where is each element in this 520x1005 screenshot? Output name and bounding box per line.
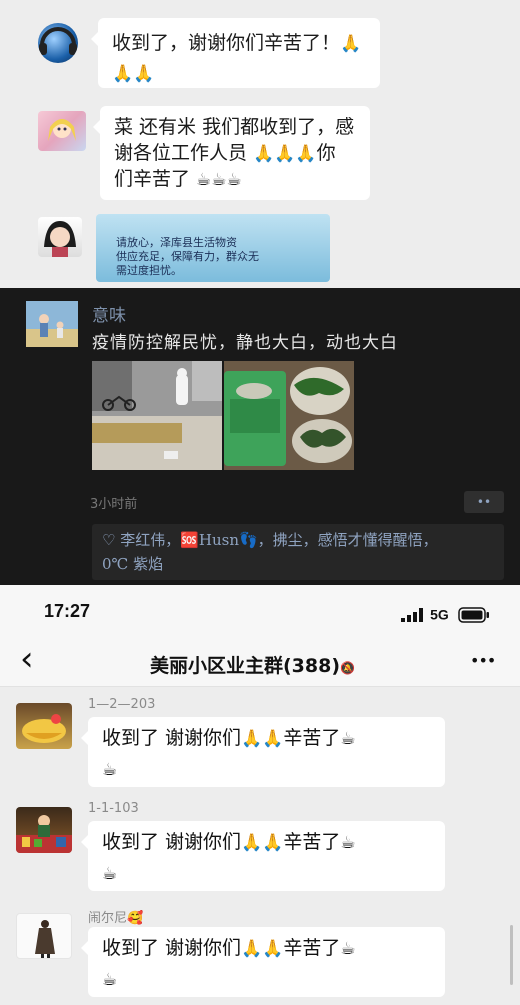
network-label: 5G	[430, 606, 449, 623]
likes-names[interactable]: 0℃ 紫焰	[102, 552, 494, 576]
pray-emoji: 🙏🙏	[112, 64, 155, 84]
message-bubble[interactable]: 收到了 谢谢你们🙏🙏辛苦了☕ ☕	[81, 927, 445, 997]
more-menu-button[interactable]: •••	[470, 651, 496, 670]
author-name[interactable]: 意味	[92, 301, 126, 326]
message-text: 收到了 谢谢你们	[102, 727, 242, 749]
back-button[interactable]: ‹	[20, 641, 34, 677]
sender-avatar[interactable]	[16, 703, 72, 749]
scrollbar[interactable]	[510, 925, 513, 985]
likes-names[interactable]: ♡ 李红伟，🆘Husn👣，拂尘，感悟才懂得醒悟，	[102, 528, 494, 552]
message-bubble[interactable]: 收到了 谢谢你们🙏🙏辛苦了☕ ☕	[81, 821, 445, 891]
coffee-emoji: ☕☕☕	[196, 170, 242, 190]
post-photo-street[interactable]	[92, 361, 222, 470]
poster-line: 请放心，泽库县生活物资	[116, 236, 237, 249]
mute-icon: 🔕	[340, 661, 355, 675]
sender-avatar[interactable]	[16, 807, 72, 853]
sender-name: 1—2—203	[88, 697, 156, 712]
post-text: 疫情防控解民忧，静也大白，动也大白	[92, 333, 398, 353]
group-chat-screen: 17:27 5G ‹ 美丽小区业主群(388)🔕 ••• 1—2—203 收到了…	[0, 585, 520, 1005]
message-text: 辛苦了	[283, 831, 341, 853]
chat-screenshot-top: 收到了，谢谢你们辛苦了！🙏 🙏🙏 菜 还有米 我们都收到了，感 谢各位工作人员 …	[0, 0, 520, 288]
pray-emoji: 🙏🙏	[241, 729, 284, 749]
battery-icon	[458, 606, 489, 623]
coffee-emoji: ☕	[102, 970, 118, 990]
coffee-emoji: ☕	[340, 729, 356, 749]
sender-name: 闹尔尼🥰	[88, 911, 144, 926]
post-photo-vegetables[interactable]	[224, 361, 354, 470]
sender-avatar[interactable]	[16, 913, 72, 959]
author-avatar[interactable]	[26, 301, 78, 347]
message-text: 收到了 谢谢你们	[102, 937, 242, 959]
poster-caption: 请放心，泽库县生活物资 供应充足，保障有力，群众无 需过度担忧。	[116, 236, 316, 278]
poster-image[interactable]: 请放心，泽库县生活物资 供应充足，保障有力，群众无 需过度担忧。	[96, 214, 330, 282]
message-text: 收到了，谢谢你们辛苦了！	[112, 32, 341, 54]
status-indicators: 5G	[401, 604, 490, 623]
group-message: 1-1-103 收到了 谢谢你们🙏🙏辛苦了☕ ☕	[0, 801, 520, 893]
cartoon-girl-avatar[interactable]	[38, 111, 86, 151]
headphone-globe-avatar[interactable]	[38, 23, 78, 63]
group-message: 闹尔尼🥰 收到了 谢谢你们🙏🙏辛苦了☕ ☕	[0, 905, 520, 1005]
pray-emoji: 🙏🙏	[241, 939, 284, 959]
message-text: 收到了 谢谢你们	[102, 831, 242, 853]
post-time: 3小时前	[90, 497, 138, 512]
pray-emoji: 🙏🙏🙏	[253, 144, 317, 164]
message-bubble[interactable]: 菜 还有米 我们都收到了，感 谢各位工作人员 🙏🙏🙏你 们辛苦了 ☕☕☕	[93, 106, 370, 200]
message-text: 菜 还有米 我们都收到了，感	[114, 116, 355, 138]
child-photo-avatar[interactable]	[38, 217, 82, 257]
coffee-emoji: ☕	[340, 833, 356, 853]
chat-navbar: ‹ 美丽小区业主群(388)🔕 •••	[0, 637, 520, 687]
group-title[interactable]: 美丽小区业主群(388)🔕	[150, 651, 355, 678]
message-text: 们辛苦了	[114, 168, 197, 190]
chat-message: 请放心，泽库县生活物资 供应充足，保障有力，群众无 需过度担忧。	[0, 214, 520, 288]
message-text: 你	[316, 142, 336, 164]
message-bubble[interactable]: 收到了 谢谢你们🙏🙏辛苦了☕ ☕	[81, 717, 445, 787]
group-name: 美丽小区业主群(388)	[150, 655, 341, 677]
message-text: 谢各位工作人员	[114, 142, 254, 164]
message-text: 辛苦了	[283, 727, 341, 749]
coffee-emoji: ☕	[102, 760, 118, 780]
poster-line: 供应充足，保障有力，群众无	[116, 250, 259, 263]
chat-message: 菜 还有米 我们都收到了，感 谢各位工作人员 🙏🙏🙏你 们辛苦了 ☕☕☕	[0, 106, 520, 200]
status-bar: 17:27 5G	[0, 585, 520, 637]
more-actions-button[interactable]: ••	[464, 491, 504, 513]
pray-emoji: 🙏	[340, 34, 362, 54]
likes-panel: ♡ 李红伟，🆘Husn👣，拂尘，感悟才懂得醒悟， 0℃ 紫焰	[92, 524, 504, 580]
message-text: 辛苦了	[283, 937, 341, 959]
poster-line: 需过度担忧。	[116, 264, 182, 277]
coffee-emoji: ☕	[340, 939, 356, 959]
message-bubble[interactable]: 收到了，谢谢你们辛苦了！🙏 🙏🙏	[91, 18, 380, 88]
sender-name: 1-1-103	[88, 801, 139, 816]
coffee-emoji: ☕	[102, 864, 118, 884]
group-message: 1—2—203 收到了 谢谢你们🙏🙏辛苦了☕ ☕	[0, 697, 520, 789]
signal-icon	[401, 607, 423, 622]
pray-emoji: 🙏🙏	[241, 833, 284, 853]
chat-message: 收到了，谢谢你们辛苦了！🙏 🙏🙏	[0, 18, 520, 88]
status-time: 17:27	[44, 601, 91, 621]
moments-post: 意味 疫情防控解民忧，静也大白，动也大白 3小时前 •• ♡ 李红伟，🆘Husn…	[0, 288, 520, 585]
